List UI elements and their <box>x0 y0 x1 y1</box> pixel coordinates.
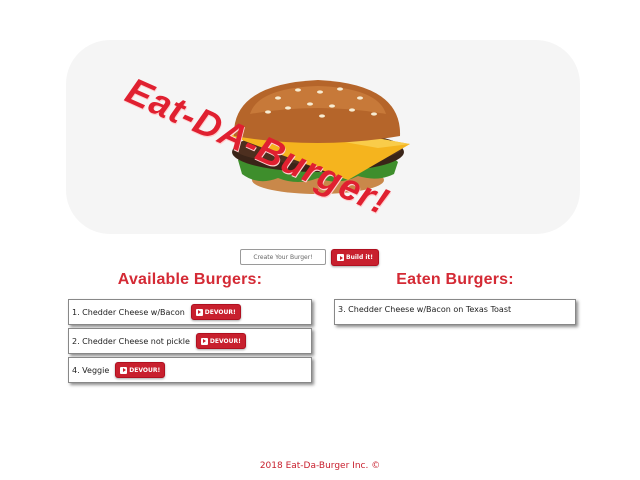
play-square-icon <box>120 366 128 374</box>
build-button-label: Build it! <box>346 254 374 261</box>
available-burger-item: 2. Chedder Cheese not pickle DEVOUR! <box>68 328 312 354</box>
burger-name-input[interactable] <box>240 249 326 265</box>
eaten-burger-item: 3. Chedder Cheese w/Bacon on Texas Toast <box>334 299 576 325</box>
devour-button-label: DEVOUR! <box>209 337 241 345</box>
devour-button[interactable]: DEVOUR! <box>195 333 246 349</box>
devour-button[interactable]: DEVOUR! <box>190 304 241 320</box>
burger-label: 2. Chedder Cheese not pickle <box>72 336 190 346</box>
footer-copyright: 2018 Eat-Da-Burger Inc. © <box>259 461 381 471</box>
devour-button[interactable]: DEVOUR! <box>115 362 166 378</box>
burger-label: 4. Veggie <box>72 365 110 375</box>
play-square-icon <box>337 254 344 261</box>
devour-button-label: DEVOUR! <box>129 366 161 374</box>
play-square-icon <box>200 337 208 345</box>
available-burger-item: 4. Veggie DEVOUR! <box>68 357 312 383</box>
burger-label: 1. Chedder Cheese w/Bacon <box>72 307 185 317</box>
create-burger-form: Build it! <box>240 249 380 266</box>
available-burger-item: 1. Chedder Cheese w/Bacon DEVOUR! <box>68 299 312 325</box>
devour-button-label: DEVOUR! <box>204 308 236 316</box>
available-heading: Available Burgers: <box>117 271 263 288</box>
eaten-heading: Eaten Burgers: <box>396 271 514 288</box>
play-square-icon <box>195 308 203 316</box>
eaten-burger-label: 3. Chedder Cheese w/Bacon on Texas Toast <box>338 305 512 314</box>
build-button[interactable]: Build it! <box>331 249 380 266</box>
